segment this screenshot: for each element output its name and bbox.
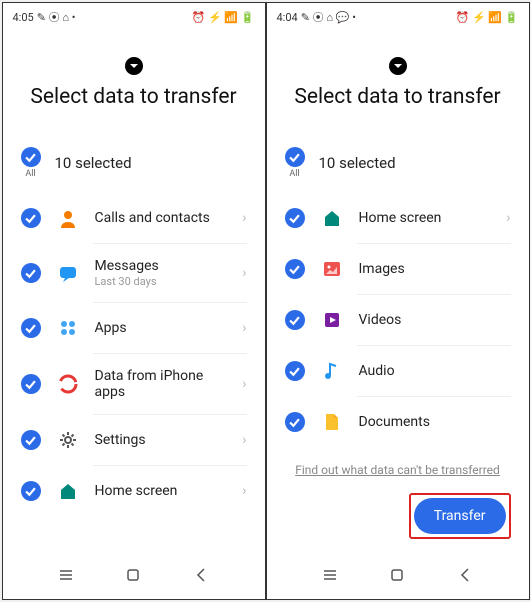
back-button[interactable] [193,567,209,587]
list-item[interactable]: Home screen › [267,193,529,243]
list-item[interactable]: Videos [267,295,529,345]
status-icons-right: ⏰ ⚡ 📶 🔋 [192,9,255,25]
item-label: Calls and contacts [95,210,227,226]
status-icons-right: ⏰ ⚡ 📶 🔋 [456,9,519,25]
expand-icon[interactable] [389,57,407,75]
item-label: Videos [359,312,511,328]
item-label: Home screen [359,210,491,226]
images-icon [321,258,343,280]
cant-transfer-link[interactable]: Find out what data can't be transferred [267,447,529,493]
list-item[interactable]: Calls and contacts › [3,193,265,243]
transfer-button[interactable]: Transfer [414,498,506,534]
all-label: All [25,169,35,179]
chevron-right-icon: › [242,210,246,226]
item-label: Audio [359,363,511,379]
item-checkbox[interactable] [21,374,41,394]
chevron-right-icon: › [242,376,246,392]
recents-button[interactable] [322,567,338,587]
all-label: All [289,169,299,179]
list-item[interactable]: Data from iPhone apps › [3,354,265,414]
item-checkbox[interactable] [285,361,305,381]
item-checkbox[interactable] [285,259,305,279]
expand-icon[interactable] [125,57,143,75]
documents-icon [321,411,343,433]
home-icon [321,207,343,229]
nav-bar [267,555,529,599]
clock-text: 4:04 [277,11,298,24]
contacts-icon [57,207,79,229]
item-label: Documents [359,414,511,430]
selected-count: 10 selected [55,154,132,172]
item-checkbox[interactable] [21,208,41,228]
item-label: Settings [95,432,227,448]
item-label: Apps [95,320,227,336]
videos-icon [321,309,343,331]
transfer-highlight: Transfer [409,493,511,539]
status-bar: 4:04✎ ⦿ ⌂ 💬 • ⏰ ⚡ 📶 🔋 [267,3,529,27]
chevron-right-icon: › [242,265,246,281]
item-label: Images [359,261,511,277]
audio-icon [321,360,343,382]
item-checkbox[interactable] [285,310,305,330]
select-all-row[interactable]: All 10 selected [3,139,265,193]
home-button[interactable] [389,567,405,587]
data-list: Home screen › Images Videos Audio Documents [267,193,529,447]
list-item[interactable]: Apps › [3,303,265,353]
chevron-right-icon: › [242,483,246,499]
item-checkbox[interactable] [21,481,41,501]
item-checkbox[interactable] [21,318,41,338]
settings-icon [57,429,79,451]
item-checkbox[interactable] [285,208,305,228]
item-label: Home screen [95,483,227,499]
select-all-checkbox[interactable] [21,147,41,167]
data-list: Calls and contacts › MessagesLast 30 days ›… [3,193,265,555]
back-button[interactable] [457,567,473,587]
phone-left: 4:05✎ ⦿ ⌂ • ⏰ ⚡ 📶 🔋 Select data to trans… [3,3,265,599]
home-button[interactable] [125,567,141,587]
select-all-row[interactable]: All 10 selected [267,139,529,193]
item-checkbox[interactable] [21,430,41,450]
list-item[interactable]: Documents [267,397,529,447]
selected-count: 10 selected [319,154,396,172]
phone-right: 4:04✎ ⦿ ⌂ 💬 • ⏰ ⚡ 📶 🔋 Select data to tra… [267,3,529,599]
status-bar: 4:05✎ ⦿ ⌂ • ⏰ ⚡ 📶 🔋 [3,3,265,27]
chevron-right-icon: › [242,320,246,336]
iphone-data-icon [57,373,79,395]
list-item[interactable]: Images [267,244,529,294]
list-item[interactable]: Home screen › [3,466,265,516]
clock-text: 4:05 [13,11,34,24]
chevron-right-icon: › [242,432,246,448]
item-label: Data from iPhone apps [95,368,227,400]
list-item[interactable]: Audio [267,346,529,396]
recents-button[interactable] [58,567,74,587]
page-title: Select data to transfer [267,85,529,109]
apps-icon [57,317,79,339]
page-title: Select data to transfer [3,85,265,109]
select-all-checkbox[interactable] [285,147,305,167]
status-icons-left: ✎ ⦿ ⌂ 💬 • [301,9,356,25]
item-checkbox[interactable] [21,263,41,283]
messages-icon [57,262,79,284]
nav-bar [3,555,265,599]
item-sublabel: Last 30 days [95,275,227,288]
list-item[interactable]: Settings › [3,415,265,465]
home-icon [57,480,79,502]
list-item[interactable]: MessagesLast 30 days › [3,244,265,302]
item-label: Messages [95,258,227,274]
chevron-right-icon: › [506,210,510,226]
item-checkbox[interactable] [285,412,305,432]
status-icons-left: ✎ ⦿ ⌂ • [37,9,76,25]
